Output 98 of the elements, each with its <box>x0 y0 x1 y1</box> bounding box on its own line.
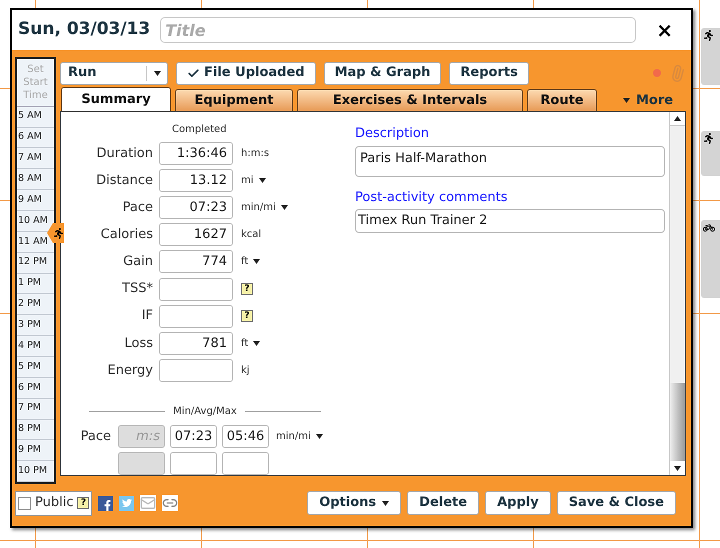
caret-icon <box>674 466 681 470</box>
toolbar-button[interactable]: Reports <box>449 62 529 84</box>
input-field[interactable] <box>159 358 233 382</box>
tab[interactable]: Equipment <box>175 89 293 111</box>
hour-slot[interactable]: 7 AM <box>18 151 42 166</box>
input-field[interactable] <box>170 452 217 475</box>
toolbar-button[interactable]: Map & Graph <box>324 62 442 84</box>
hour-slot[interactable]: 6 PM <box>18 380 41 395</box>
input-field[interactable]: 1:36:46 <box>159 142 233 166</box>
unit-label[interactable]: min/mi <box>276 428 311 444</box>
tab[interactable]: Exercises & Intervals <box>297 89 523 111</box>
scrollbar-thumb[interactable] <box>670 383 685 461</box>
caret-icon <box>674 116 681 121</box>
unit-label: kj <box>241 364 250 378</box>
caret-icon <box>316 434 323 439</box>
input-field[interactable]: 781 <box>159 332 233 355</box>
more-tab[interactable]: More <box>623 90 674 110</box>
input-field[interactable] <box>159 304 233 328</box>
hour-slot[interactable]: 11 AM <box>18 234 48 249</box>
hour-slot[interactable]: 5 AM <box>18 109 42 124</box>
facebook-icon[interactable] <box>98 496 114 510</box>
caret-icon <box>154 70 160 76</box>
hour-slot[interactable]: 12 PM <box>18 255 48 270</box>
input-field[interactable] <box>118 452 165 475</box>
date-heading: Sun, 03/03/13 <box>18 18 150 42</box>
input-field[interactable]: 07:23 <box>159 196 233 220</box>
action-button[interactable]: Options <box>307 491 402 515</box>
help-icon[interactable]: ? <box>241 310 253 322</box>
field-label: IF <box>140 307 154 326</box>
hour-slot[interactable]: 7 PM <box>18 401 41 416</box>
close-button[interactable]: × <box>656 20 673 40</box>
input-field[interactable] <box>159 278 233 301</box>
hour-slot[interactable]: 1 PM <box>18 276 41 291</box>
field-label: TSS* <box>121 280 154 298</box>
hour-slot[interactable]: 6 AM <box>18 130 42 145</box>
input-field[interactable]: 1627 <box>159 223 233 246</box>
hour-slot[interactable]: 9 PM <box>18 443 41 458</box>
field-label: Duration <box>96 144 154 163</box>
help-icon[interactable]: ? <box>77 497 90 509</box>
hour-slot[interactable]: 5 PM <box>18 360 41 374</box>
scrollbar[interactable] <box>669 112 685 475</box>
toolbar-button[interactable]: File Uploaded <box>176 62 316 84</box>
start-time-marker[interactable] <box>47 223 64 243</box>
comments-label: Post-activity comments <box>355 188 508 206</box>
bicycle-icon <box>703 222 715 234</box>
unit-label[interactable]: ft <box>241 254 248 270</box>
comments-field[interactable]: Timex Run Trainer 2 <box>355 209 665 233</box>
field-label: Pace <box>80 428 112 446</box>
public-checkbox[interactable]: Public ? <box>15 490 92 516</box>
section-heading: Min/Avg/Max <box>173 404 237 419</box>
hour-slot[interactable]: 10 AM <box>18 214 48 228</box>
caret-icon <box>280 205 288 210</box>
input-field[interactable]: 774 <box>159 250 233 274</box>
field-label: Energy <box>106 362 154 380</box>
unit-label[interactable]: ft <box>241 336 248 351</box>
input-field[interactable] <box>222 452 269 475</box>
hour-slot[interactable]: 10 PM <box>18 464 48 478</box>
caret-icon <box>253 340 260 346</box>
unit-label[interactable]: mi <box>241 173 254 188</box>
caret-icon <box>253 259 260 264</box>
max-field[interactable]: 05:46 <box>222 424 269 448</box>
link-icon[interactable] <box>162 495 178 511</box>
description-label: Description <box>355 125 430 143</box>
caret-icon <box>258 178 266 184</box>
tab[interactable]: Route <box>527 89 597 111</box>
status-label: Completed <box>172 123 228 137</box>
caret-icon <box>623 98 630 103</box>
check-icon <box>187 66 200 80</box>
sport-select[interactable]: Run <box>60 62 168 84</box>
hour-slot[interactable]: 8 PM <box>18 422 41 437</box>
hour-slot[interactable]: 4 PM <box>18 338 41 354</box>
unit-label: h:m:s <box>241 147 270 162</box>
runner-icon <box>53 228 64 238</box>
runner-icon <box>703 133 714 144</box>
input-field[interactable]: 13.12 <box>159 169 233 192</box>
caret-icon <box>382 500 390 506</box>
tab[interactable]: Summary <box>61 87 171 111</box>
hour-slot[interactable]: 8 AM <box>18 172 42 186</box>
hour-slot[interactable]: 3 PM <box>18 318 41 332</box>
field-label: Gain <box>122 253 154 272</box>
action-button[interactable]: Save & Close <box>556 491 676 515</box>
action-button[interactable]: Apply <box>485 491 551 515</box>
unit-label[interactable]: min/mi <box>241 200 276 216</box>
field-label: Pace <box>122 199 154 218</box>
field-label: Distance <box>95 172 154 190</box>
description-field[interactable]: Paris Half-Marathon <box>355 146 665 176</box>
hour-slot[interactable]: 9 AM <box>18 192 42 208</box>
twitter-icon[interactable] <box>119 496 134 510</box>
unit-label: kcal <box>241 228 262 242</box>
help-icon[interactable]: ? <box>241 283 253 296</box>
title-field[interactable]: Title <box>160 17 636 43</box>
field-label: Calories <box>100 226 154 244</box>
mail-icon[interactable] <box>140 495 156 511</box>
runner-icon <box>703 30 714 41</box>
action-button[interactable]: Delete <box>407 491 480 515</box>
hour-slot[interactable]: 2 PM <box>18 297 41 312</box>
avg-field[interactable]: 07:23 <box>170 424 217 448</box>
field-label: Loss <box>123 334 154 353</box>
